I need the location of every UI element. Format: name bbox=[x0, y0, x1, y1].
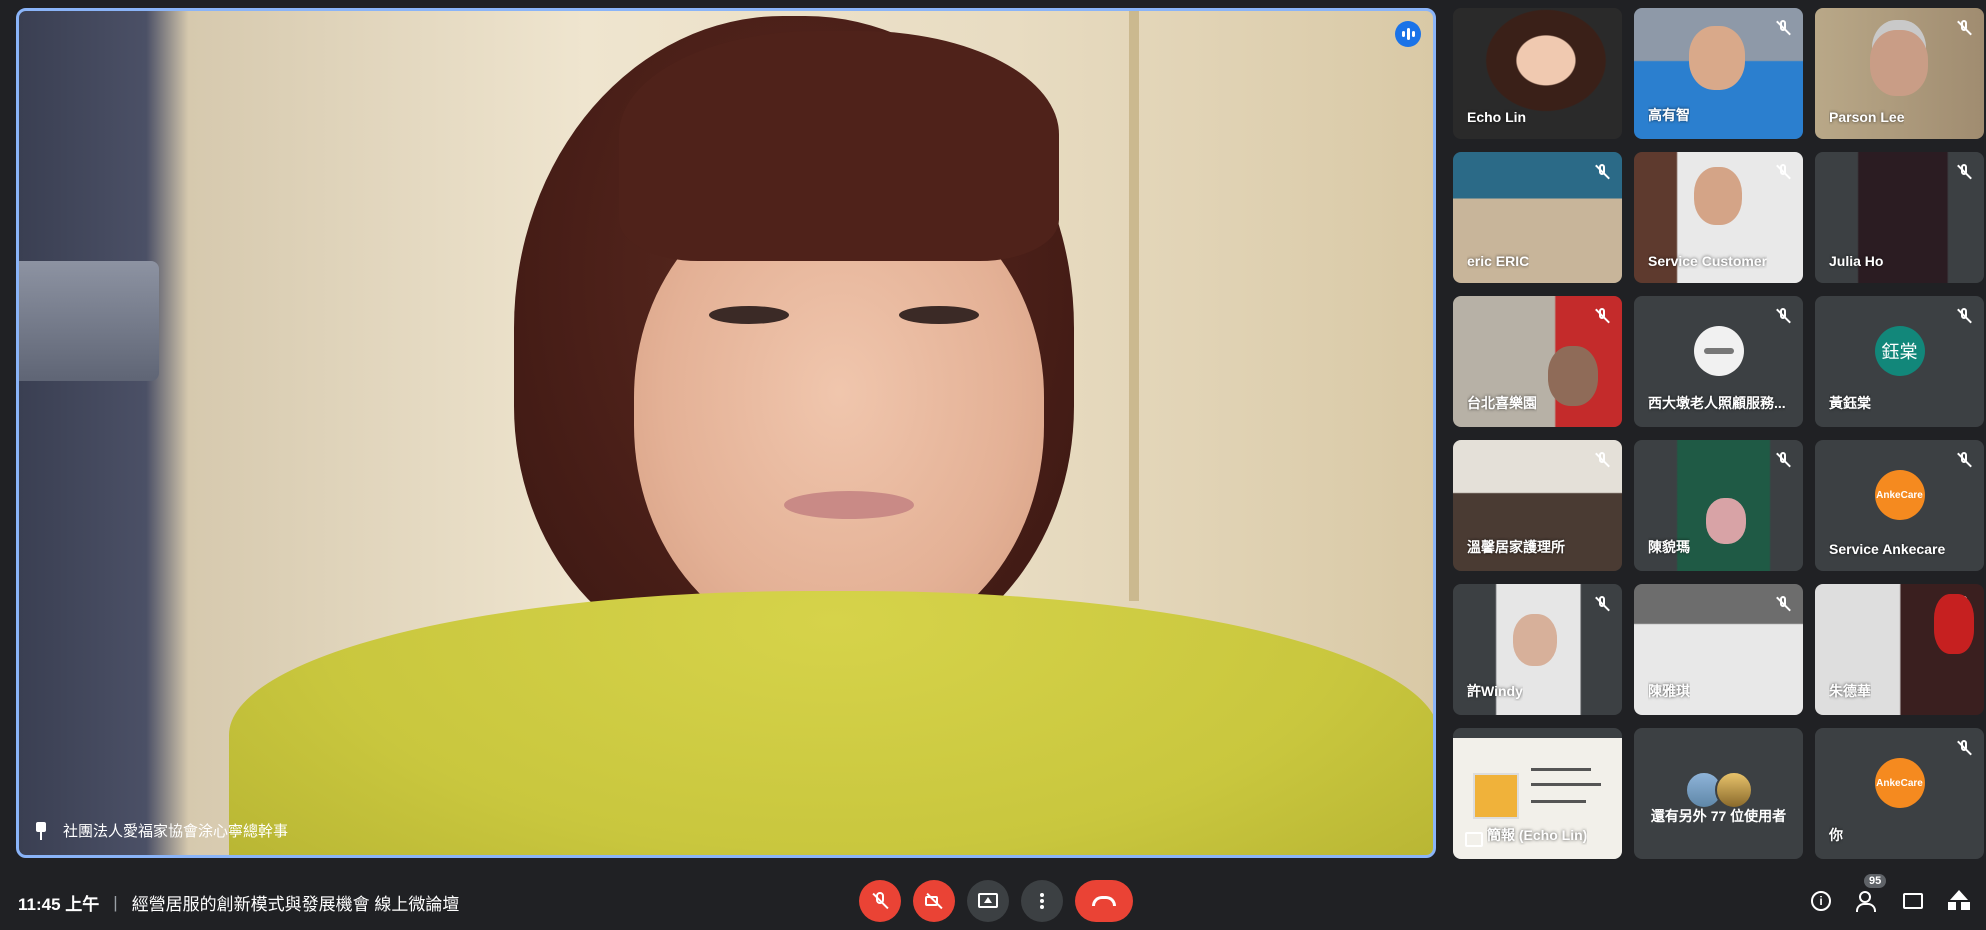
participant-tile[interactable]: 陳雅琪 bbox=[1634, 584, 1803, 715]
mic-off-icon bbox=[1773, 306, 1793, 326]
main-speaker-tile[interactable]: 社團法人愛福家協會涂心寧總幹事 bbox=[16, 8, 1436, 858]
mic-off-icon bbox=[1773, 594, 1793, 614]
present-button[interactable] bbox=[967, 880, 1009, 922]
meeting-details: 11:45 上午 | 經營居服的創新模式與發展機會 線上微論壇 bbox=[18, 890, 459, 915]
speaker-mouth bbox=[784, 491, 914, 519]
participant-name: 黃鈺棠 bbox=[1829, 395, 1871, 411]
mic-off-icon bbox=[1954, 450, 1974, 470]
meeting-title: 經營居服的創新模式與發展機會 線上微論壇 bbox=[131, 895, 460, 914]
participant-tile[interactable]: 溫馨居家護理所 bbox=[1453, 440, 1622, 571]
mic-off-icon bbox=[1954, 18, 1974, 38]
more-vert-icon bbox=[1040, 893, 1044, 909]
mic-off-icon bbox=[1592, 162, 1612, 182]
participant-name: Echo Lin bbox=[1467, 109, 1527, 125]
participant-name: 朱德華 bbox=[1829, 683, 1871, 699]
participant-name: Service Ankecare bbox=[1829, 541, 1946, 557]
main-speaker-name: 社團法人愛福家協會涂心寧總幹事 bbox=[63, 823, 289, 840]
mic-off-icon bbox=[1954, 306, 1974, 326]
main-speaker-label: 社團法人愛福家協會涂心寧總幹事 bbox=[33, 820, 288, 841]
mic-off-icon bbox=[1773, 450, 1793, 470]
participant-name: 溫馨居家護理所 bbox=[1467, 539, 1565, 555]
call-end-icon bbox=[1092, 896, 1116, 906]
mic-off-icon bbox=[870, 891, 890, 911]
participant-name: 許Windy bbox=[1467, 683, 1523, 699]
avatar bbox=[1693, 326, 1744, 377]
mic-off-icon bbox=[1773, 18, 1793, 38]
activities-button[interactable] bbox=[1946, 888, 1972, 914]
clock: 11:45 上午 bbox=[18, 895, 100, 914]
mic-toggle-button[interactable] bbox=[859, 880, 901, 922]
participant-name: Parson Lee bbox=[1829, 109, 1905, 125]
participant-name: 台北喜樂園 bbox=[1467, 395, 1537, 411]
pin-icon[interactable] bbox=[33, 821, 49, 840]
presentation-tile[interactable]: 簡報 (Echo Lin) bbox=[1453, 728, 1622, 859]
mic-off-icon bbox=[1592, 450, 1612, 470]
more-participants-tile[interactable]: 還有另外 77 位使用者 bbox=[1634, 728, 1803, 859]
mic-off-icon bbox=[1954, 162, 1974, 182]
mic-off-icon bbox=[1592, 594, 1612, 614]
speaker-bangs bbox=[619, 31, 1059, 261]
camera-toggle-button[interactable] bbox=[913, 880, 955, 922]
self-tile[interactable]: AnkeCare 你 bbox=[1815, 728, 1984, 859]
participant-tile[interactable]: 朱德華 bbox=[1815, 584, 1984, 715]
present-screen-icon bbox=[1465, 832, 1483, 847]
mic-off-icon bbox=[1773, 162, 1793, 182]
speaker-eye-left bbox=[709, 306, 789, 324]
avatar: AnkeCare bbox=[1874, 758, 1925, 809]
participant-tile[interactable]: AnkeCare Service Ankecare bbox=[1815, 440, 1984, 571]
speaker-eye-right bbox=[899, 306, 979, 324]
call-controls bbox=[859, 880, 1133, 922]
door-frame bbox=[1129, 11, 1139, 601]
more-options-button[interactable] bbox=[1021, 880, 1063, 922]
present-screen-icon bbox=[978, 891, 998, 911]
participant-tile[interactable]: 高有智 bbox=[1634, 8, 1803, 139]
leave-call-button[interactable] bbox=[1075, 880, 1133, 922]
participant-name: 陳貌瑪 bbox=[1648, 539, 1690, 555]
participant-tile[interactable]: eric ERIC bbox=[1453, 152, 1622, 283]
participant-name: 簡報 (Echo Lin) bbox=[1487, 827, 1588, 843]
participant-tile[interactable]: 許Windy bbox=[1453, 584, 1622, 715]
mic-off-icon bbox=[1954, 594, 1974, 614]
participant-name: eric ERIC bbox=[1467, 253, 1530, 269]
air-conditioner bbox=[19, 261, 159, 381]
mic-off-icon bbox=[1954, 738, 1974, 758]
participant-tile[interactable]: 台北喜樂園 bbox=[1453, 296, 1622, 427]
participant-name: 西大墩老人照顧服務... bbox=[1648, 395, 1786, 411]
slide-photo bbox=[1473, 773, 1519, 819]
mic-off-icon bbox=[1592, 306, 1612, 326]
speaking-indicator-icon bbox=[1395, 21, 1421, 47]
participant-count-badge: 95 bbox=[1864, 874, 1887, 888]
participant-name: 你 bbox=[1829, 827, 1843, 843]
info-icon: i bbox=[1811, 891, 1831, 911]
bottom-bar: 11:45 上午 | 經營居服的創新模式與發展機會 線上微論壇 i 95 bbox=[0, 870, 1986, 930]
participant-tile[interactable]: Parson Lee bbox=[1815, 8, 1984, 139]
participant-name: Julia Ho bbox=[1829, 253, 1884, 269]
more-participants-label: 還有另外 77 位使用者 bbox=[1650, 808, 1787, 824]
participant-tile[interactable]: Service Customer bbox=[1634, 152, 1803, 283]
speaker-sweater bbox=[229, 591, 1433, 855]
side-panel-buttons: i 95 bbox=[1808, 874, 1972, 914]
meeting-details-button[interactable]: i bbox=[1808, 888, 1834, 914]
avatar: AnkeCare bbox=[1874, 470, 1925, 521]
participant-tile[interactable]: Echo Lin bbox=[1453, 8, 1622, 139]
participant-name: 高有智 bbox=[1648, 107, 1690, 123]
avatar-group bbox=[1684, 771, 1753, 810]
camera-off-icon bbox=[924, 891, 944, 911]
chat-button[interactable] bbox=[1900, 888, 1926, 914]
chat-icon bbox=[1903, 893, 1923, 909]
participant-tile[interactable]: 陳貌瑪 bbox=[1634, 440, 1803, 571]
avatar: 鈺棠 bbox=[1874, 326, 1925, 377]
participant-tile[interactable]: Julia Ho bbox=[1815, 152, 1984, 283]
participant-tile[interactable]: 鈺棠 黃鈺棠 bbox=[1815, 296, 1984, 427]
participant-name: 陳雅琪 bbox=[1648, 683, 1690, 699]
participant-tile[interactable]: 西大墩老人照顧服務... bbox=[1634, 296, 1803, 427]
participant-grid: Echo Lin 高有智 Parson Lee eric ERIC Servic… bbox=[1453, 8, 1984, 859]
participant-name: Service Customer bbox=[1648, 253, 1768, 269]
separator: | bbox=[113, 892, 118, 912]
people-button[interactable]: 95 bbox=[1854, 874, 1887, 914]
